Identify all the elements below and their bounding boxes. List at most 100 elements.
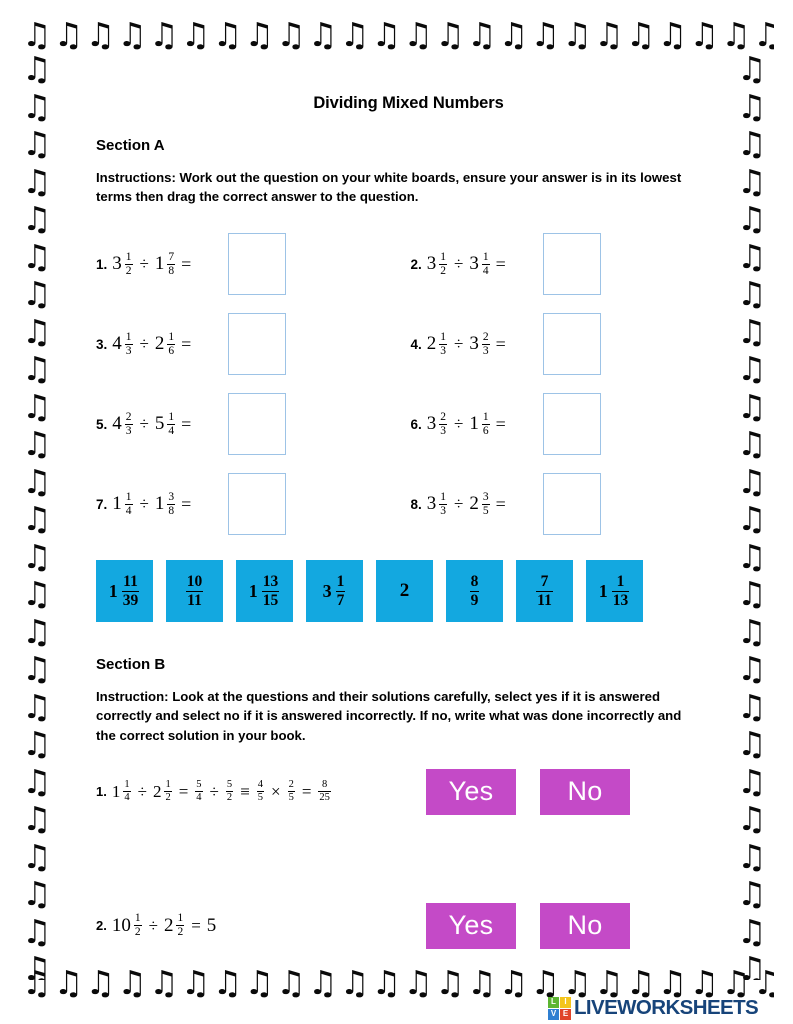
answer-drop-box[interactable]: [228, 233, 286, 296]
question-number: 4.: [410, 336, 422, 352]
section-b-expression: 1. 1 1 4 ÷ 2 1 2 = 5 4 ÷ 5 2 ≡ 4 5 × 2 5 = 8 25: [96, 779, 332, 804]
fraction-numerator: 13: [262, 572, 279, 590]
tile-whole-number: 1: [598, 580, 608, 601]
operand-a-fraction: 14: [124, 490, 133, 517]
section-b-expression-wrapper: 2. 10 1 2 ÷ 2 1 2 = 5: [96, 912, 426, 939]
operand-b-whole: 1: [469, 413, 479, 435]
fraction-term: 45: [256, 779, 264, 803]
border-note-icon: ♫: [22, 499, 52, 538]
answer-drop-box[interactable]: [542, 473, 601, 536]
fraction-numerator: 1: [168, 330, 175, 343]
operand-a-fraction: 23: [439, 411, 448, 437]
operand-a-whole: 2: [426, 333, 437, 355]
draggable-answer-tile[interactable]: 1 13 15: [236, 560, 293, 623]
border-note-icon: ♫: [737, 761, 767, 801]
border-note-icon: ♫: [22, 199, 52, 238]
draggable-answer-tile[interactable]: 89: [446, 560, 503, 623]
fraction-numerator: 8: [322, 779, 328, 791]
operand-a-whole: 3: [426, 413, 437, 435]
no-button[interactable]: No: [540, 768, 630, 815]
operand-a-whole: 3: [426, 493, 437, 515]
answer-drop-box[interactable]: [542, 233, 601, 296]
worksheet-content: Dividing Mixed Numbers Section A Instruc…: [70, 78, 725, 949]
operand-a-whole: 3: [426, 253, 437, 275]
fraction-denominator: 4: [195, 790, 203, 803]
question-expression: 7. 1 1 4 ÷ 1 3 8 =: [96, 491, 224, 517]
question-number: 1.: [96, 784, 107, 800]
fraction-term: 8 25: [318, 779, 331, 803]
border-note-icon: ♫: [737, 874, 767, 913]
section-b-expression: 2. 10 1 2 ÷ 2 1 2 = 5: [96, 912, 218, 939]
fraction-term: 54: [195, 779, 203, 803]
yes-no-button-group: Yes No: [426, 902, 630, 949]
border-note-icon: ♫: [737, 86, 767, 126]
fraction-denominator: 4: [123, 790, 131, 803]
fraction-numerator: 1: [440, 490, 447, 503]
fraction-numerator: 3: [482, 490, 489, 503]
question-expression: 3. 4 1 3 ÷ 2 1 6 =: [96, 331, 224, 357]
math-operator: =: [301, 781, 312, 801]
question-item-8: 8. 3 1 3 ÷ 2 3 5 =: [411, 473, 726, 536]
draggable-answer-tile[interactable]: 1 11 39: [96, 560, 153, 623]
question-number: 2.: [96, 918, 107, 934]
border-note-icon: ♫: [22, 274, 52, 313]
fraction-numerator: 1: [125, 330, 132, 343]
fraction-numerator: 1: [168, 410, 175, 423]
border-note-icon: ♫: [737, 424, 767, 463]
section-b-instructions: Instruction: Look at the questions and t…: [96, 689, 682, 743]
border-note-icon: ♫: [737, 161, 767, 201]
fraction-numerator: 1: [125, 490, 132, 503]
operand-b-fraction: 16: [481, 411, 490, 437]
tile-whole-number: 3: [322, 580, 332, 601]
border-note-icon: ♫: [22, 461, 52, 501]
answer-drop-box[interactable]: [228, 473, 286, 536]
section-a-question-grid: 1. 3 1 2 ÷ 1 7 8 = 2. 3 1 2 ÷ 3 1 4 = 3. 4 1 3 ÷ 2 1 6 = 4. 2 1 3 ÷ 3 2 3 =…: [96, 224, 725, 544]
operand-a-fraction: 23: [124, 411, 133, 437]
no-button[interactable]: No: [540, 902, 630, 949]
border-note-icon: ♫: [22, 649, 52, 688]
operand-b-whole: 1: [154, 493, 165, 515]
answer-drop-box[interactable]: [542, 393, 601, 456]
fraction-denominator: 6: [167, 343, 176, 357]
draggable-answer-tile[interactable]: 7 11: [516, 560, 573, 623]
operand-b-fraction: 23: [481, 331, 490, 357]
tile-fraction: 13 15: [261, 572, 280, 609]
fraction-denominator: 2: [133, 924, 142, 938]
border-note-icon: ♫: [22, 761, 52, 801]
mixed-fraction: 12: [133, 912, 142, 938]
fraction-numerator: 1: [177, 912, 184, 925]
answer-drop-box[interactable]: [228, 313, 286, 376]
operand-b-whole: 1: [154, 253, 165, 275]
equals-sign: =: [181, 253, 192, 274]
question-row: 7. 1 1 4 ÷ 1 3 8 = 8. 3 1 3 ÷ 2 3 5 =: [96, 464, 725, 544]
section-b-question-row: 1. 1 1 4 ÷ 2 1 2 = 5 4 ÷ 5 2 ≡ 4 5 × 2 5 = 8 25 Yes No: [96, 768, 725, 815]
border-note-icon: ♫: [22, 50, 52, 88]
yes-button[interactable]: Yes: [426, 902, 516, 949]
draggable-answer-tile[interactable]: 10 11: [166, 560, 223, 623]
equals-sign: =: [495, 333, 506, 354]
fraction-denominator: 6: [481, 423, 490, 437]
fraction-denominator: 39: [121, 590, 140, 609]
fraction-numerator: 1: [440, 330, 447, 343]
equals-sign: =: [495, 493, 506, 514]
live-badge-icon: L I V E: [548, 996, 571, 1020]
question-number: 3.: [96, 336, 108, 352]
draggable-answer-tile[interactable]: 1 1 13: [586, 560, 643, 623]
liveworksheets-logo: L I V E LIVEWORKSHEETS: [548, 996, 759, 1020]
fraction-denominator: 11: [536, 590, 553, 609]
math-operator: ÷: [137, 781, 147, 801]
section-a-instructions: Instructions: Work out the question on y…: [96, 170, 682, 205]
fraction-numerator: 10: [186, 572, 203, 590]
operand-a-fraction: 13: [124, 330, 133, 357]
yes-button[interactable]: Yes: [426, 768, 516, 815]
draggable-answer-tile[interactable]: 317: [306, 560, 363, 623]
math-operator: ÷: [209, 781, 219, 801]
draggable-answer-tile[interactable]: 2: [376, 560, 433, 623]
answer-drop-box[interactable]: [228, 393, 286, 456]
fraction-numerator: 1: [616, 572, 625, 590]
border-note-icon: ♫: [22, 874, 52, 913]
page-title: Dividing Mixed Numbers: [313, 94, 504, 112]
answer-drop-box[interactable]: [542, 313, 601, 376]
border-left-notes: ♫ ♫ ♫ ♫ ♫ ♫ ♫ ♫ ♫ ♫ ♫ ♫ ♫ ♫ ♫ ♫ ♫ ♫ ♫ ♫ ♫ ♫ ♫ ♫ ♫: [22, 50, 62, 980]
border-note-icon: ♫: [22, 124, 52, 163]
